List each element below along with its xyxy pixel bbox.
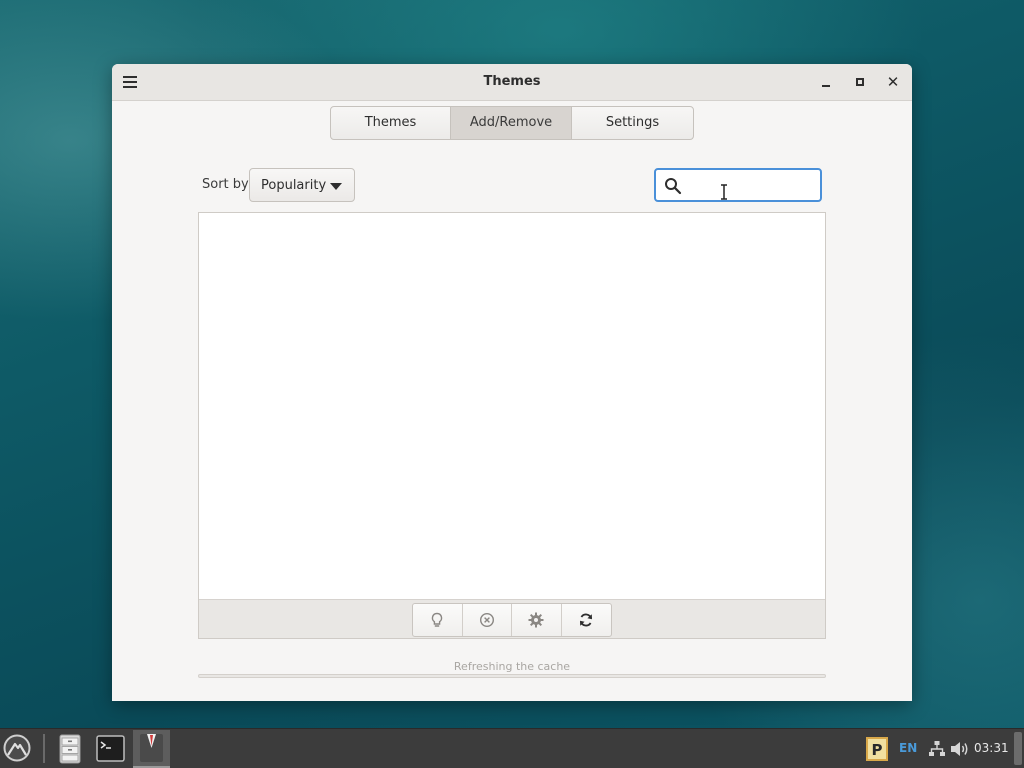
terminal-icon [96,735,125,762]
svg-text:P: P [872,741,883,759]
maximize-icon [856,78,864,86]
close-icon: ✕ [886,73,900,91]
configure-button[interactable] [512,604,562,636]
gear-icon [528,612,544,628]
sort-dropdown[interactable]: Popularity [249,168,355,202]
network-indicator[interactable] [928,740,946,758]
show-desktop-button[interactable] [1014,732,1022,765]
list-toolbar [199,599,825,638]
minimize-icon [822,85,830,87]
refresh-icon [580,613,593,627]
window-title: Themes [483,74,541,89]
themes-list-area[interactable] [199,213,825,599]
close-button[interactable]: ✕ [884,73,902,91]
file-manager-launcher[interactable] [58,734,82,764]
sort-by-label: Sort by [202,177,249,192]
tab-themes[interactable]: Themes [331,107,451,139]
search-icon [665,178,682,195]
tab-add-remove[interactable]: Add/Remove [451,107,572,139]
terminal-launcher[interactable] [96,735,125,762]
status-text: Refreshing the cache [453,660,571,673]
list-action-group [412,603,612,637]
remove-circle-icon [479,612,494,628]
volume-indicator[interactable] [950,740,970,758]
themes-window: Themes ✕ Themes Add/Remove Settings Sort… [112,64,912,701]
clock[interactable]: 03:31 [974,741,1009,755]
remove-button[interactable] [463,604,512,636]
sort-selected-value: Popularity [261,178,327,193]
search-field[interactable] [654,168,822,202]
volume-icon [951,742,968,756]
p-indicator-icon: P [866,737,888,761]
minimize-button[interactable] [817,73,835,91]
p-indicator[interactable]: P [866,737,888,761]
file-cabinet-icon [59,734,81,764]
maximize-button[interactable] [851,73,869,91]
search-input[interactable] [688,174,816,198]
taskbar: P EN 03:31 [0,728,1024,768]
lightbulb-icon [432,612,443,627]
themes-list [198,212,826,639]
titlebar: Themes ✕ [112,64,912,101]
network-icon [929,741,945,756]
taskbar-separator [43,734,45,763]
app-launcher-button[interactable] [2,733,32,763]
app-launcher-icon [3,734,31,762]
active-app-icon [140,734,163,762]
refresh-button[interactable] [562,604,612,636]
tab-bar: Themes Add/Remove Settings [330,106,694,140]
chevron-down-icon [330,183,342,190]
keyboard-layout-indicator[interactable]: EN [899,741,917,755]
progress-bar [198,674,826,678]
tab-settings[interactable]: Settings [572,107,693,139]
info-button[interactable] [413,604,463,636]
active-app-button[interactable] [133,730,170,768]
